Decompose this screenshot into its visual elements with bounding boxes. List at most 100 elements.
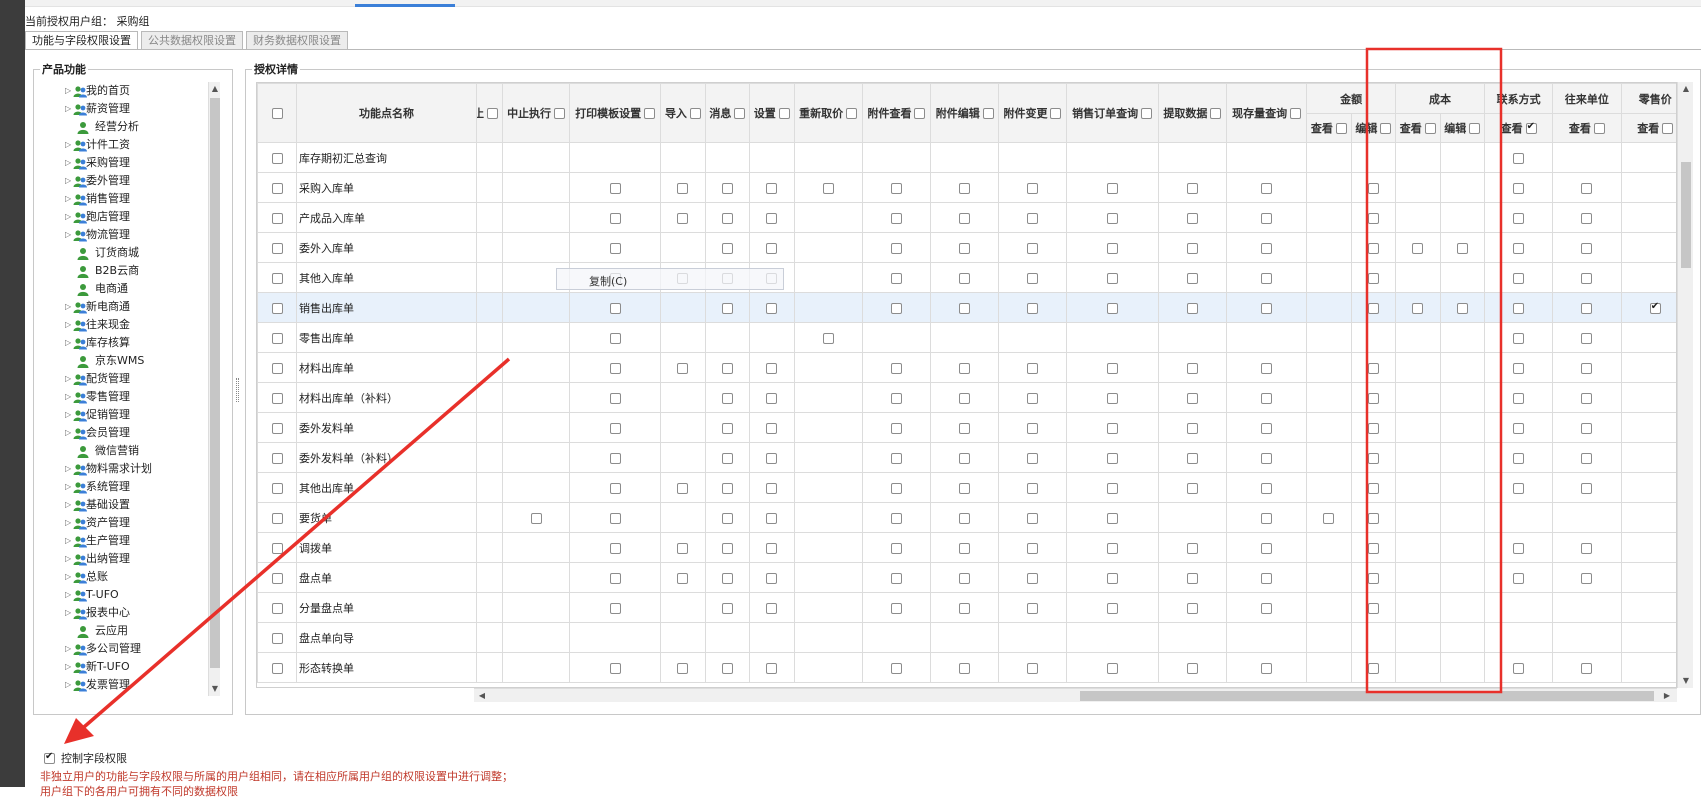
permission-checkbox[interactable] [1581, 182, 1593, 194]
permission-checkbox[interactable] [1026, 302, 1038, 314]
permission-checkbox[interactable] [1513, 422, 1525, 434]
permission-checkbox[interactable] [890, 422, 902, 434]
permission-checkbox[interactable] [677, 362, 689, 374]
permission-checkbox[interactable] [1106, 212, 1118, 224]
permission-checkbox[interactable] [959, 182, 971, 194]
permission-checkbox[interactable] [766, 212, 778, 224]
permission-cell[interactable] [930, 412, 1000, 443]
permission-cell[interactable] [998, 412, 1067, 443]
permission-cell[interactable] [1483, 202, 1554, 233]
permission-checkbox[interactable] [677, 572, 689, 584]
permission-cell[interactable] [998, 532, 1067, 563]
permission-cell[interactable] [1065, 382, 1159, 413]
permission-checkbox[interactable] [959, 452, 971, 464]
permission-cell[interactable] [704, 172, 751, 203]
permission-cell[interactable] [1157, 292, 1228, 323]
permission-cell[interactable] [1350, 262, 1397, 293]
column-header-checkbox[interactable] [1335, 122, 1347, 134]
permission-checkbox[interactable] [1026, 662, 1038, 674]
permission-cell[interactable] [704, 382, 751, 413]
permission-checkbox[interactable] [1106, 242, 1118, 254]
permission-cell[interactable] [1483, 532, 1554, 563]
row-select-cell[interactable] [257, 262, 298, 293]
permission-checkbox[interactable] [1412, 242, 1424, 254]
tree-item[interactable]: ▷ 计件工资 [60, 136, 208, 154]
permission-cell[interactable] [861, 502, 932, 533]
tree-item[interactable]: ▷ 配货管理 [60, 370, 208, 388]
panel-splitter-handle[interactable] [236, 378, 239, 402]
permission-cell[interactable] [1157, 382, 1228, 413]
permission-checkbox[interactable] [890, 452, 902, 464]
table-row[interactable]: 零售出库单 [257, 322, 1676, 353]
permission-checkbox[interactable] [609, 422, 621, 434]
permission-checkbox[interactable] [890, 182, 902, 194]
permission-cell[interactable] [749, 292, 795, 323]
permission-checkbox[interactable] [609, 542, 621, 554]
permission-checkbox[interactable] [1026, 572, 1038, 584]
permission-checkbox[interactable] [1367, 392, 1379, 404]
expand-arrow-icon[interactable]: ▷ [65, 172, 71, 190]
permission-cell[interactable] [861, 532, 932, 563]
table-row[interactable]: 调拨单 [257, 532, 1676, 563]
permission-cell[interactable] [861, 382, 932, 413]
permission-cell[interactable] [1225, 202, 1308, 233]
permission-checkbox[interactable] [1581, 272, 1593, 284]
permission-cell[interactable] [930, 202, 1000, 233]
row-select-checkbox[interactable] [271, 212, 283, 224]
permission-checkbox[interactable] [721, 182, 733, 194]
permission-cell[interactable] [704, 502, 751, 533]
tree-item[interactable]: ▷ 生产管理 [60, 532, 208, 550]
permission-cell[interactable] [1350, 652, 1397, 683]
permission-cell[interactable] [930, 472, 1000, 503]
table-row[interactable]: 库存期初汇总查询 [257, 142, 1676, 173]
row-select-checkbox[interactable] [271, 362, 283, 374]
permission-cell[interactable] [930, 292, 1000, 323]
permission-checkbox[interactable] [890, 542, 902, 554]
permission-checkbox[interactable] [721, 602, 733, 614]
permission-cell[interactable] [1225, 532, 1308, 563]
column-header-checkbox[interactable] [1290, 107, 1302, 119]
permission-checkbox[interactable] [609, 572, 621, 584]
permission-checkbox[interactable] [721, 212, 733, 224]
permission-checkbox[interactable] [1186, 602, 1198, 614]
permission-cell[interactable] [704, 592, 751, 623]
row-select-checkbox[interactable] [271, 482, 283, 494]
permission-cell[interactable] [1065, 232, 1159, 263]
expand-arrow-icon[interactable]: ▷ [65, 82, 71, 100]
permission-checkbox[interactable] [1367, 302, 1379, 314]
scroll-up-arrow-icon[interactable]: ▲ [1678, 82, 1694, 96]
permission-cell[interactable] [1350, 352, 1397, 383]
permission-checkbox[interactable] [721, 362, 733, 374]
permission-cell[interactable] [660, 472, 706, 503]
tab-function-field[interactable]: 功能与字段权限设置 [25, 31, 138, 50]
permission-cell[interactable] [569, 352, 662, 383]
permission-cell[interactable] [1483, 652, 1554, 683]
permission-cell[interactable] [1439, 292, 1485, 323]
permission-checkbox[interactable] [959, 422, 971, 434]
permission-checkbox[interactable] [530, 512, 542, 524]
permission-checkbox[interactable] [1367, 572, 1379, 584]
permission-checkbox[interactable] [890, 302, 902, 314]
permission-checkbox[interactable] [1513, 362, 1525, 374]
permission-checkbox[interactable] [1261, 482, 1273, 494]
row-select-checkbox[interactable] [271, 512, 283, 524]
tree-item[interactable]: 云应用 [60, 622, 208, 640]
column-header-checkbox[interactable] [1210, 107, 1222, 119]
column-header-checkbox[interactable] [1141, 107, 1153, 119]
permission-checkbox[interactable] [1581, 662, 1593, 674]
permission-cell[interactable] [1157, 532, 1228, 563]
permission-checkbox[interactable] [1106, 422, 1118, 434]
permission-checkbox[interactable] [1513, 212, 1525, 224]
permission-cell[interactable] [1350, 592, 1397, 623]
permission-checkbox[interactable] [1106, 572, 1118, 584]
permission-cell[interactable] [1225, 442, 1308, 473]
table-row[interactable]: 产成品入库单 [257, 202, 1676, 233]
permission-checkbox[interactable] [1106, 182, 1118, 194]
permission-checkbox[interactable] [1261, 212, 1273, 224]
column-header-checkbox[interactable] [734, 107, 746, 119]
permission-cell[interactable] [749, 172, 795, 203]
permission-cell[interactable] [930, 352, 1000, 383]
permission-cell[interactable] [704, 442, 751, 473]
permission-cell[interactable] [569, 322, 662, 353]
permission-cell[interactable] [749, 232, 795, 263]
